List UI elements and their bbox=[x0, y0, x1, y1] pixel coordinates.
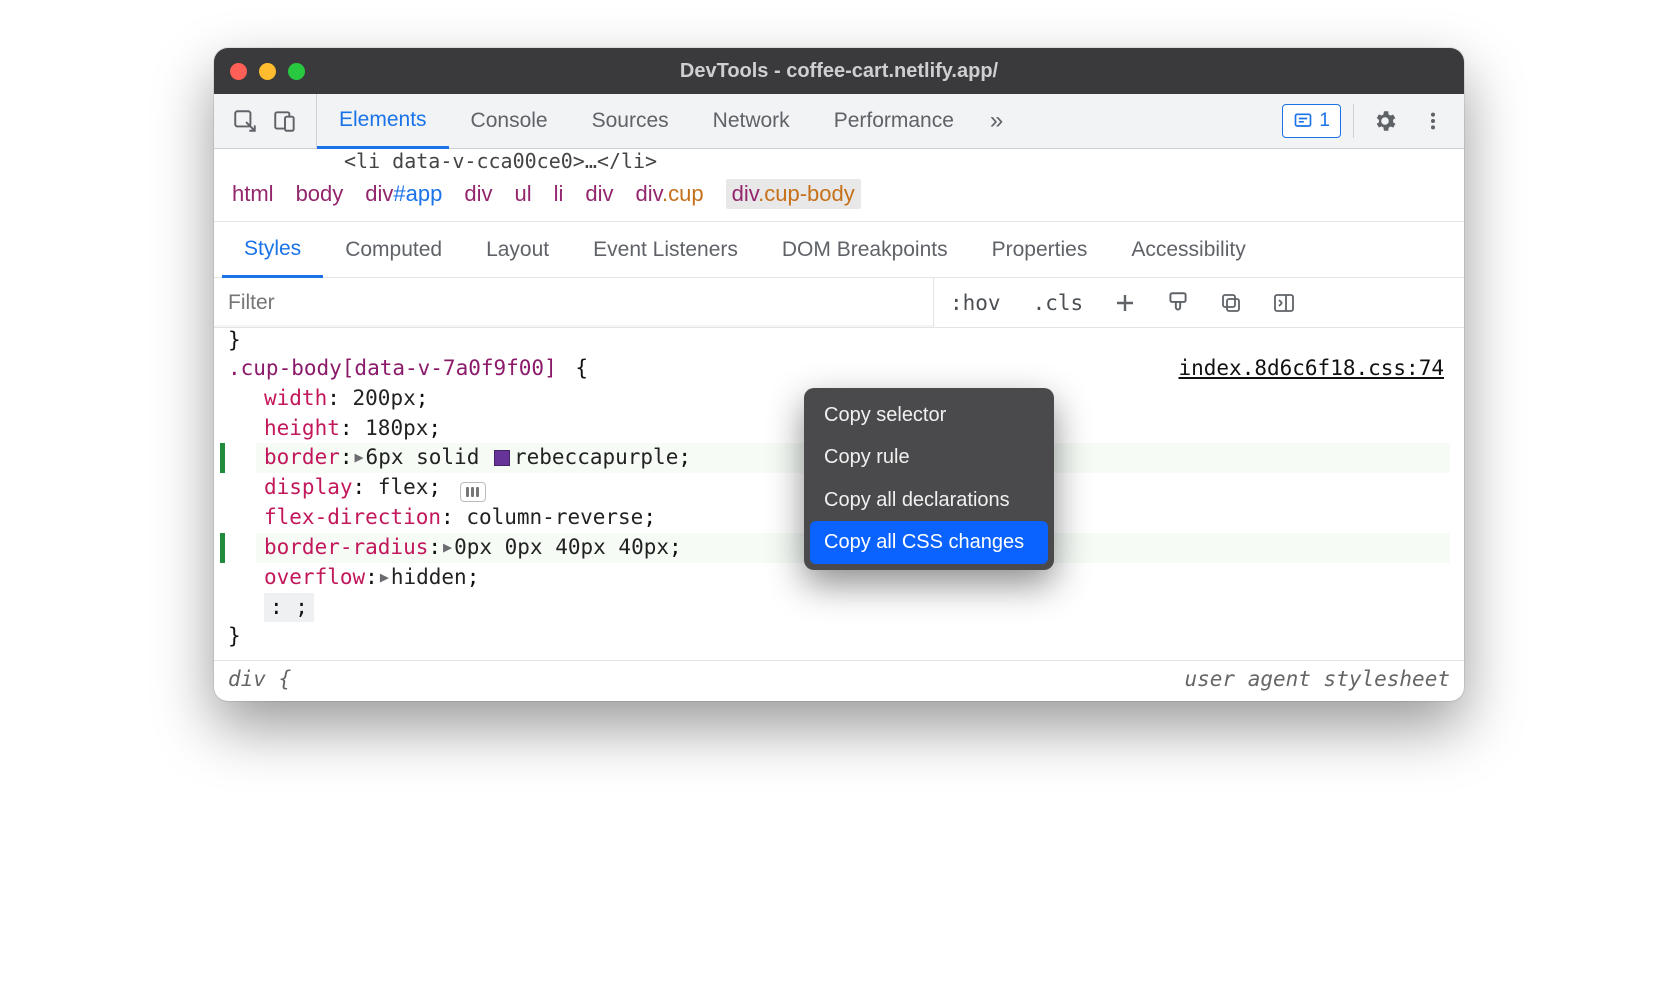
context-menu: Copy selector Copy rule Copy all declara… bbox=[804, 388, 1054, 570]
main-tab-bar: Elements Console Sources Network Perform… bbox=[214, 94, 1464, 149]
tab-network[interactable]: Network bbox=[691, 94, 812, 148]
issues-button[interactable]: 1 bbox=[1282, 104, 1341, 138]
subtab-styles[interactable]: Styles bbox=[222, 222, 323, 278]
crumb-div[interactable]: div bbox=[464, 181, 492, 207]
computed-sidebar-toggle-icon[interactable] bbox=[1257, 278, 1311, 327]
crumb-div-cup-body[interactable]: div.cup-body bbox=[726, 179, 861, 209]
ctx-copy-all-declarations[interactable]: Copy all declarations bbox=[810, 479, 1048, 521]
tab-sources[interactable]: Sources bbox=[570, 94, 691, 148]
tab-elements[interactable]: Elements bbox=[317, 94, 449, 149]
crumb-div-app[interactable]: div#app bbox=[365, 181, 442, 207]
rule-source-link[interactable]: index.8d6c6f18.css:74 bbox=[1178, 354, 1444, 384]
user-agent-rule: div { user agent stylesheet bbox=[214, 661, 1464, 701]
crumb-ul[interactable]: ul bbox=[514, 181, 531, 207]
titlebar: DevTools - coffee-cart.netlify.app/ bbox=[214, 48, 1464, 94]
toggle-cls-button[interactable]: .cls bbox=[1017, 278, 1100, 327]
toggle-hov-button[interactable]: :hov bbox=[934, 278, 1017, 327]
traffic-lights bbox=[230, 63, 305, 80]
subtab-computed[interactable]: Computed bbox=[323, 222, 464, 277]
close-window-button[interactable] bbox=[230, 63, 247, 80]
crumb-body[interactable]: body bbox=[296, 181, 344, 207]
window-title: DevTools - coffee-cart.netlify.app/ bbox=[214, 60, 1464, 83]
ua-label: user agent stylesheet bbox=[1184, 667, 1450, 691]
expand-icon[interactable]: ▶ bbox=[378, 567, 391, 588]
inspect-icon[interactable] bbox=[232, 108, 258, 134]
ctx-copy-selector[interactable]: Copy selector bbox=[810, 394, 1048, 436]
crumb-div2[interactable]: div bbox=[585, 181, 613, 207]
previous-rule-close: } bbox=[214, 328, 1464, 352]
copy-icon[interactable] bbox=[1205, 278, 1257, 327]
dom-tree-snippet[interactable]: <li data-v-cca00ce0>…</li> bbox=[214, 149, 1464, 169]
minimize-window-button[interactable] bbox=[259, 63, 276, 80]
rule-selector[interactable]: .cup-body[data-v-7a0f9f00] { bbox=[228, 354, 588, 384]
style-rule: .cup-body[data-v-7a0f9f00] { index.8d6c6… bbox=[214, 352, 1464, 661]
subtab-dom-breakpoints[interactable]: DOM Breakpoints bbox=[760, 222, 970, 277]
zoom-window-button[interactable] bbox=[288, 63, 305, 80]
issues-count: 1 bbox=[1319, 110, 1330, 132]
kebab-menu-icon[interactable] bbox=[1410, 94, 1456, 148]
settings-icon[interactable] bbox=[1360, 94, 1410, 148]
crumb-div-cup[interactable]: div.cup bbox=[636, 181, 704, 207]
flex-badge-icon[interactable] bbox=[460, 482, 486, 502]
styles-filter-input[interactable] bbox=[214, 278, 934, 327]
paint-brush-icon[interactable] bbox=[1151, 278, 1205, 327]
color-swatch-icon[interactable] bbox=[494, 450, 510, 466]
ua-selector[interactable]: div { bbox=[228, 667, 291, 691]
subtab-event-listeners[interactable]: Event Listeners bbox=[571, 222, 760, 277]
tab-performance[interactable]: Performance bbox=[812, 94, 976, 148]
tab-console[interactable]: Console bbox=[449, 94, 570, 148]
subtab-layout[interactable]: Layout bbox=[464, 222, 571, 277]
more-tabs-button[interactable]: » bbox=[976, 94, 1017, 148]
dom-breadcrumbs: html body div#app div ul li div div.cup … bbox=[214, 169, 1464, 222]
new-style-rule-icon[interactable] bbox=[1099, 278, 1151, 327]
expand-icon[interactable]: ▶ bbox=[441, 537, 454, 558]
expand-icon[interactable]: ▶ bbox=[353, 447, 366, 468]
styles-subtabs: Styles Computed Layout Event Listeners D… bbox=[214, 222, 1464, 278]
ctx-copy-all-css-changes[interactable]: Copy all CSS changes bbox=[810, 521, 1048, 563]
subtab-properties[interactable]: Properties bbox=[970, 222, 1110, 277]
decl-new-empty[interactable]: : ; bbox=[256, 593, 1450, 623]
crumb-html[interactable]: html bbox=[232, 181, 274, 207]
ctx-copy-rule[interactable]: Copy rule bbox=[810, 436, 1048, 478]
device-toolbar-icon[interactable] bbox=[272, 108, 298, 134]
rule-close-brace: } bbox=[220, 622, 1450, 652]
devtools-window: DevTools - coffee-cart.netlify.app/ Elem… bbox=[214, 48, 1464, 701]
crumb-li[interactable]: li bbox=[554, 181, 564, 207]
styles-toolbar: :hov .cls bbox=[214, 278, 1464, 328]
subtab-accessibility[interactable]: Accessibility bbox=[1109, 222, 1267, 277]
